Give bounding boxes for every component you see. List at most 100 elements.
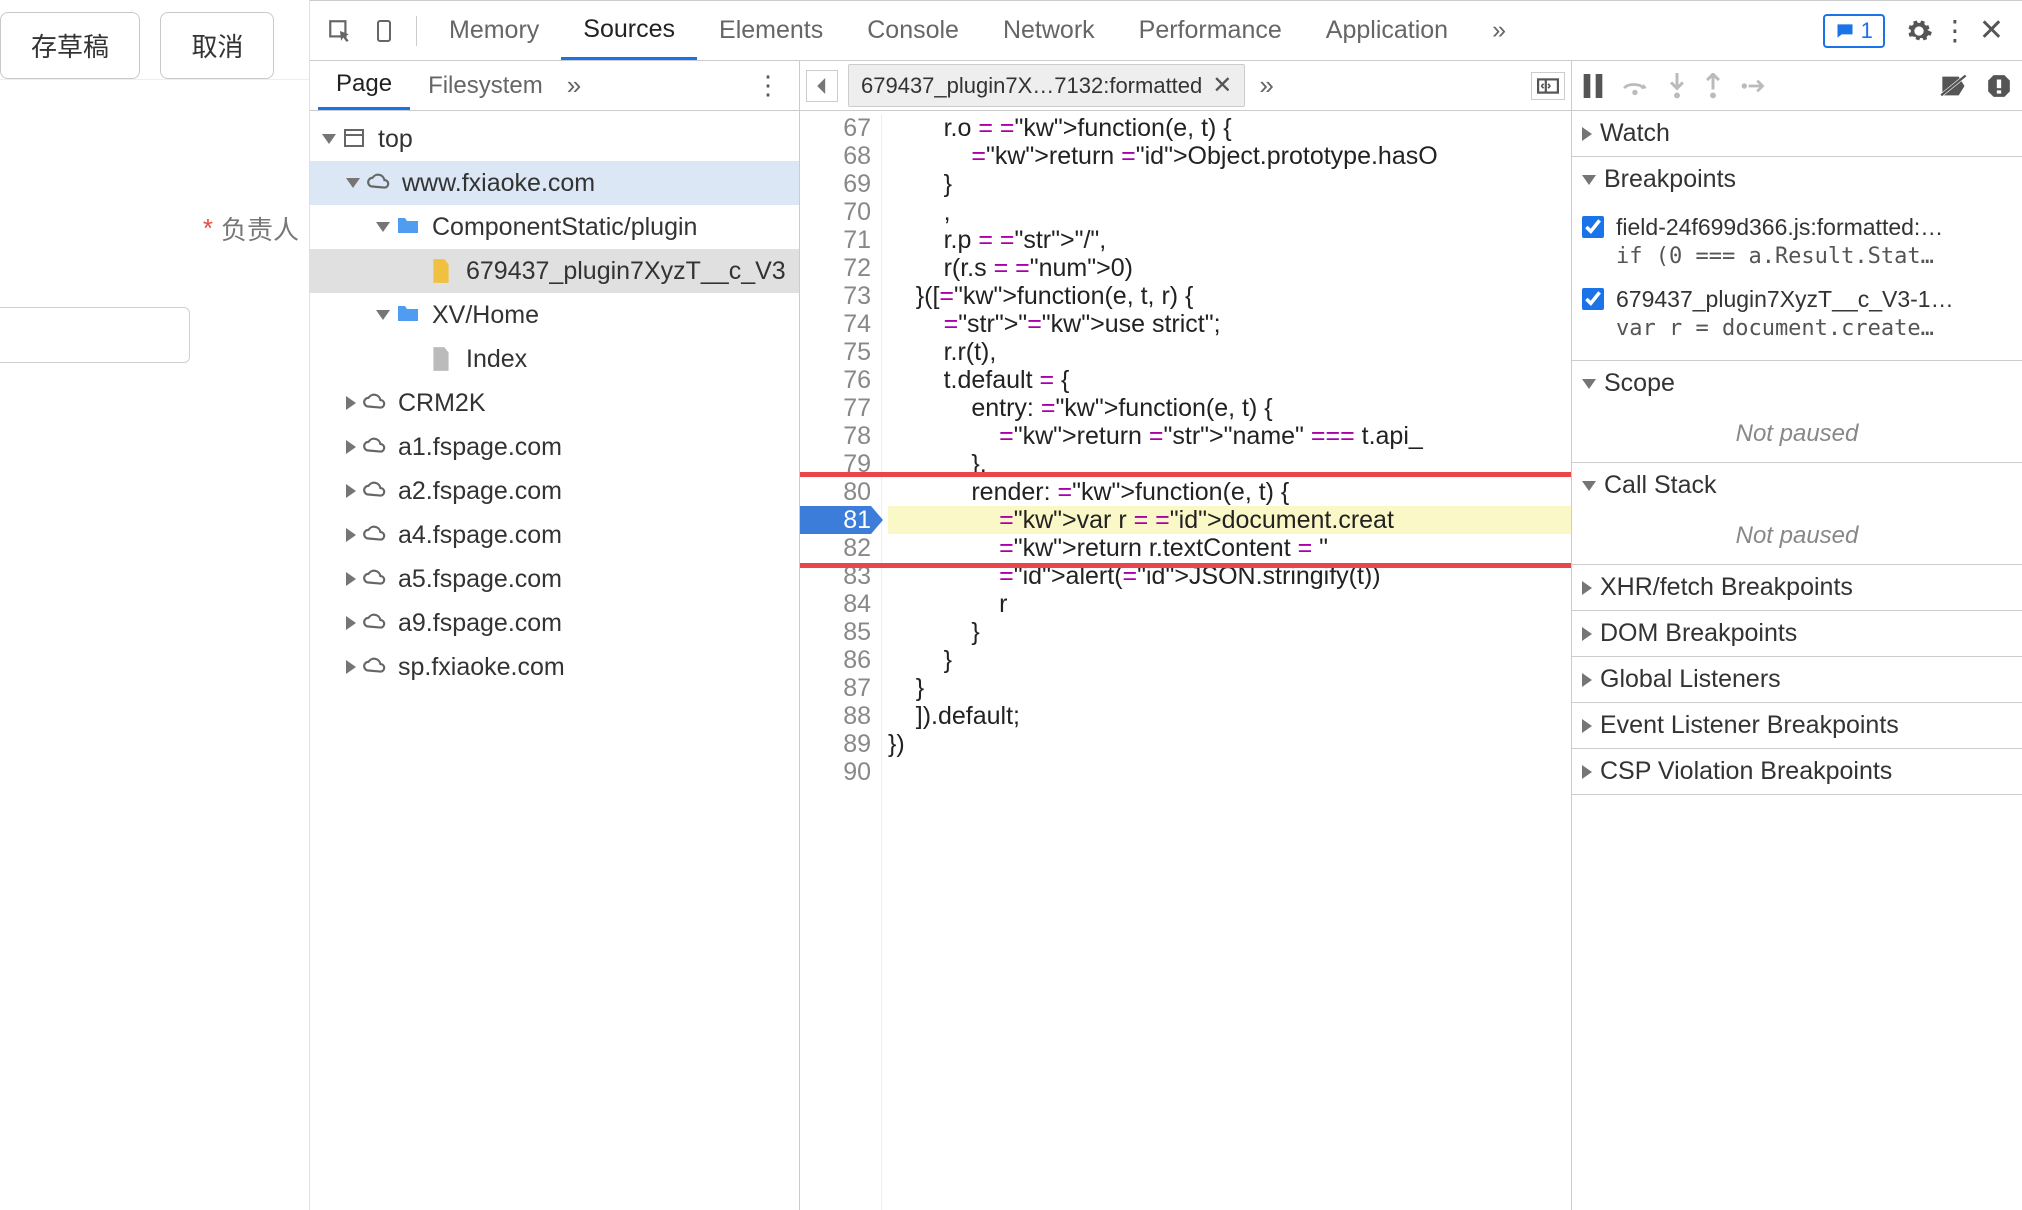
- navigator-panel: Page Filesystem » ⋮ top www.fxiaoke.com: [310, 61, 800, 1210]
- toolbar-tab-performance[interactable]: Performance: [1117, 1, 1304, 60]
- debugger-toolbar: [1572, 61, 2022, 111]
- required-asterisk: *: [203, 213, 213, 244]
- event-header[interactable]: Event Listener Breakpoints: [1572, 703, 2022, 748]
- tree-domain[interactable]: www.fxiaoke.com: [310, 161, 799, 205]
- dom-header[interactable]: DOM Breakpoints: [1572, 611, 2022, 656]
- kebab-menu-icon[interactable]: ⋮: [1941, 14, 1969, 47]
- toolbar-tab-sources[interactable]: Sources: [561, 1, 697, 60]
- breakpoint-item[interactable]: field-24f699d366.js:formatted:…if (0 ===…: [1582, 206, 2012, 278]
- file-tab[interactable]: 679437_plugin7X…7132:formatted ✕: [848, 64, 1245, 107]
- breakpoints-section: Breakpoints field-24f699d366.js:formatte…: [1572, 157, 2022, 361]
- tab-close-icon[interactable]: ✕: [1212, 71, 1232, 100]
- cancel-button[interactable]: 取消: [160, 12, 274, 79]
- js-file-icon: [430, 258, 456, 284]
- caret-right-icon: [346, 484, 356, 498]
- tree-domain[interactable]: CRM2K: [310, 381, 799, 425]
- global-section: Global Listeners: [1572, 657, 2022, 703]
- breakpoint-checkbox[interactable]: [1582, 288, 1604, 310]
- close-icon[interactable]: ✕: [1969, 13, 2014, 48]
- tree-folder[interactable]: XV/Home: [310, 293, 799, 337]
- source-editor[interactable]: 6768697071727374757677787980818283848586…: [800, 111, 1571, 1210]
- toolbar-tab-console[interactable]: Console: [845, 1, 981, 60]
- tree-label: Index: [466, 345, 527, 374]
- code-body[interactable]: r.o = ="kw">function(e, t) { ="kw">retur…: [882, 114, 1571, 1210]
- caret-right-icon: [1582, 765, 1592, 779]
- section-label: Call Stack: [1604, 471, 1717, 500]
- xhr-header[interactable]: XHR/fetch Breakpoints: [1572, 565, 2022, 610]
- breakpoint-title: field-24f699d366.js:formatted:…: [1616, 212, 2012, 242]
- step-out-icon[interactable]: [1704, 73, 1722, 99]
- code-editor-panel: 679437_plugin7X…7132:formatted ✕ » 67686…: [800, 61, 1572, 1210]
- tree-label: top: [378, 125, 413, 154]
- toolbar-tab-network[interactable]: Network: [981, 1, 1117, 60]
- tree-label: 679437_plugin7XyzT__c_V3: [466, 257, 786, 286]
- event-section: Event Listener Breakpoints: [1572, 703, 2022, 749]
- toolbar-tab-elements[interactable]: Elements: [697, 1, 845, 60]
- caret-right-icon: [346, 572, 356, 586]
- caret-right-icon: [1582, 127, 1592, 141]
- device-icon[interactable]: [370, 17, 398, 45]
- step-over-icon[interactable]: [1622, 75, 1650, 97]
- breakpoint-checkbox[interactable]: [1582, 216, 1604, 238]
- caret-down-icon: [376, 310, 390, 320]
- breakpoint-sub: if (0 === a.Result.Stat…: [1616, 242, 2012, 272]
- cloud-icon: [362, 522, 388, 548]
- inspect-icon[interactable]: [326, 17, 354, 45]
- watch-header[interactable]: Watch: [1572, 111, 2022, 156]
- caret-right-icon: [346, 616, 356, 630]
- tree-domain[interactable]: a2.fspage.com: [310, 469, 799, 513]
- not-paused-text: Not paused: [1572, 508, 2022, 564]
- nav-tab-filesystem[interactable]: Filesystem: [410, 61, 561, 110]
- breakpoint-sub: var r = document.create…: [1616, 314, 2012, 344]
- toolbar-tab-memory[interactable]: Memory: [427, 1, 561, 60]
- nav-tab-page[interactable]: Page: [318, 61, 410, 110]
- code-tabs: 679437_plugin7X…7132:formatted ✕ »: [800, 61, 1571, 111]
- tree-folder[interactable]: ComponentStatic/plugin: [310, 205, 799, 249]
- deactivate-breakpoints-icon[interactable]: [1940, 74, 1968, 98]
- caret-down-icon: [1582, 481, 1596, 491]
- text-input[interactable]: [0, 307, 190, 363]
- tree-domain[interactable]: a5.fspage.com: [310, 557, 799, 601]
- tree-top[interactable]: top: [310, 117, 799, 161]
- tree-domain[interactable]: a1.fspage.com: [310, 425, 799, 469]
- pause-exceptions-icon[interactable]: [1986, 73, 2012, 99]
- settings-icon[interactable]: [1905, 17, 1933, 45]
- step-into-icon[interactable]: [1668, 73, 1686, 99]
- pause-icon[interactable]: [1582, 74, 1604, 98]
- line-gutter[interactable]: 6768697071727374757677787980818283848586…: [800, 114, 882, 1210]
- caret-right-icon: [1582, 673, 1592, 687]
- callstack-header[interactable]: Call Stack: [1572, 463, 2022, 508]
- tree-label: CRM2K: [398, 389, 486, 418]
- tree-domain[interactable]: a4.fspage.com: [310, 513, 799, 557]
- debugger-panel: Watch Breakpoints field-24f699d366.js:fo…: [1572, 61, 2022, 1210]
- caret-down-icon: [346, 178, 360, 188]
- breakpoints-header[interactable]: Breakpoints: [1572, 157, 2022, 202]
- tabs-overflow[interactable]: »: [1470, 1, 1528, 60]
- tree-file[interactable]: 679437_plugin7XyzT__c_V3: [310, 249, 799, 293]
- file-tabs-overflow[interactable]: »: [1259, 70, 1273, 101]
- global-header[interactable]: Global Listeners: [1572, 657, 2022, 702]
- scope-header[interactable]: Scope: [1572, 361, 2022, 406]
- messages-badge[interactable]: 1: [1823, 14, 1885, 48]
- caret-down-icon: [376, 222, 390, 232]
- csp-header[interactable]: CSP Violation Breakpoints: [1572, 749, 2022, 794]
- nav-tabs-overflow[interactable]: »: [567, 70, 581, 101]
- nav-back-icon[interactable]: [806, 70, 838, 102]
- section-label: Watch: [1600, 119, 1670, 148]
- xhr-section: XHR/fetch Breakpoints: [1572, 565, 2022, 611]
- dom-section: DOM Breakpoints: [1572, 611, 2022, 657]
- breakpoint-item[interactable]: 679437_plugin7XyzT__c_V3-1…var r = docum…: [1582, 278, 2012, 350]
- format-icon[interactable]: [1531, 72, 1565, 100]
- tree-file[interactable]: Index: [310, 337, 799, 381]
- tree-domain[interactable]: a9.fspage.com: [310, 601, 799, 645]
- folder-icon: [396, 302, 422, 328]
- tree-domain[interactable]: sp.fxiaoke.com: [310, 645, 799, 689]
- save-draft-button[interactable]: 存草稿: [0, 12, 140, 79]
- separator: [416, 16, 417, 46]
- step-icon[interactable]: [1740, 76, 1768, 96]
- nav-kebab-icon[interactable]: ⋮: [755, 70, 791, 101]
- window-icon: [342, 126, 368, 152]
- toolbar-tab-application[interactable]: Application: [1304, 1, 1470, 60]
- section-label: Breakpoints: [1604, 165, 1736, 194]
- cloud-icon: [362, 654, 388, 680]
